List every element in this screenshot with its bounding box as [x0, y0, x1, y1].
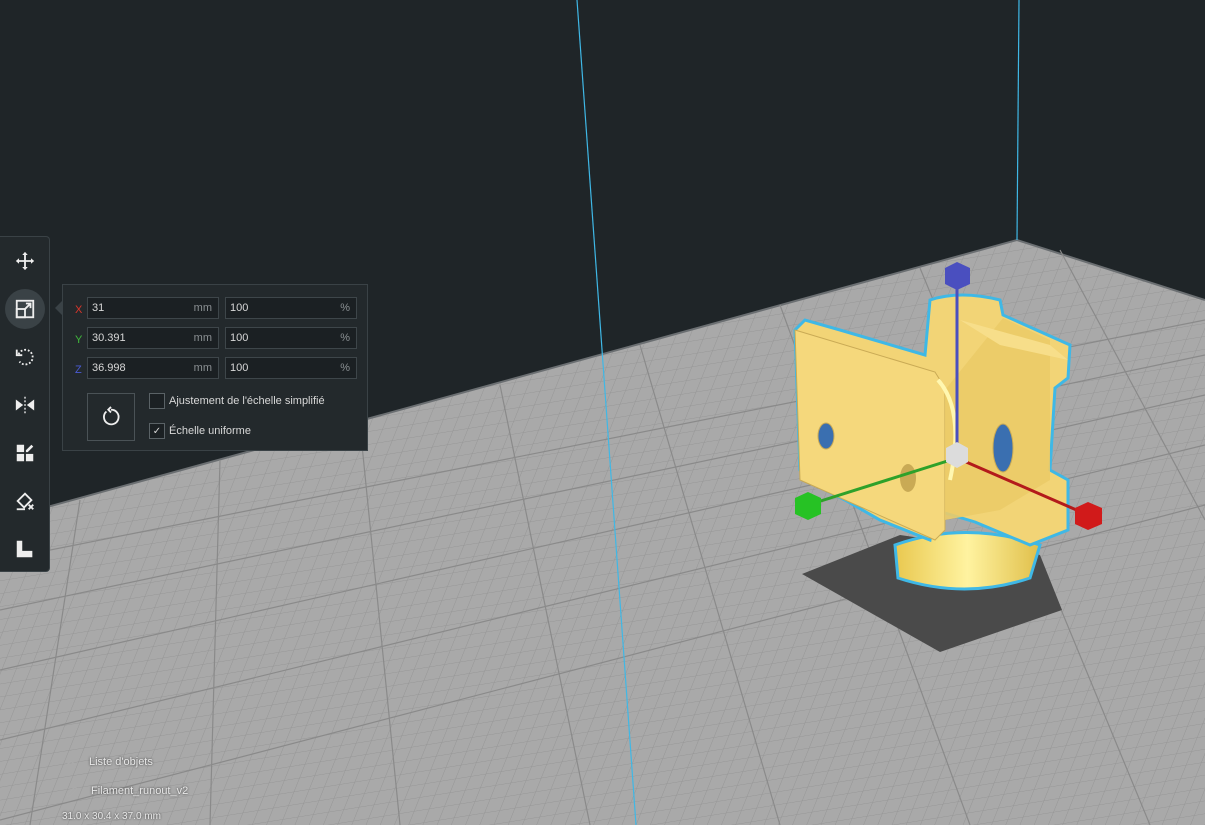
z-percent-input[interactable]: 100 %	[225, 357, 357, 379]
rotate-tool-button[interactable]	[5, 337, 45, 377]
object-name[interactable]: Filament_runout_v2	[91, 785, 188, 797]
move-icon	[15, 251, 35, 271]
pencil-icon[interactable]	[66, 786, 78, 798]
y-axis-label: Y	[75, 334, 83, 346]
object-list-toggle[interactable]: Liste d'objets	[89, 756, 153, 768]
reset-icon	[103, 406, 120, 426]
per-model-settings-tool-button[interactable]	[5, 433, 45, 473]
lay-flat-tool-button[interactable]	[5, 529, 45, 569]
reset-scale-button[interactable]	[87, 393, 135, 441]
lay-flat-icon	[16, 540, 33, 558]
rotate-icon	[15, 348, 34, 366]
y-percent-input[interactable]: 100 %	[225, 327, 357, 349]
x-percent-input[interactable]: 100 %	[225, 297, 357, 319]
x-percent-value: 100	[230, 302, 249, 314]
build-volume-edge	[1016, 0, 1020, 241]
y-percent-value: 100	[230, 332, 249, 344]
support-blocker-tool-button[interactable]	[5, 481, 45, 521]
chevron-up-icon[interactable]	[66, 759, 76, 766]
z-axis-label: Z	[75, 364, 82, 376]
y-percent-unit: %	[340, 332, 350, 344]
y-mm-input[interactable]: 30.391 mm	[87, 327, 219, 349]
checkmark-icon: ✓	[152, 425, 162, 437]
object-dimensions: 31.0 x 30.4 x 37.0 mm	[62, 811, 161, 822]
scale-panel: X 31 mm 100 % Y 30.391 mm 100 % Z 36.998…	[62, 284, 368, 451]
z-mm-unit: mm	[193, 362, 212, 374]
scale-tool-button[interactable]	[5, 289, 45, 329]
support-blocker-icon	[16, 492, 34, 511]
y-scale-handle[interactable]	[795, 492, 821, 520]
move-tool-button[interactable]	[5, 241, 45, 281]
z-percent-unit: %	[340, 362, 350, 374]
mirror-icon	[15, 396, 35, 414]
uniform-scaling-label: Échelle uniforme	[169, 425, 251, 437]
x-mm-unit: mm	[193, 302, 212, 314]
z-percent-value: 100	[230, 362, 249, 374]
x-axis-label: X	[75, 304, 83, 316]
mirror-tool-button[interactable]	[5, 385, 45, 425]
object-info-panel: Liste d'objets Filament_runout_v2 31.0 x…	[0, 750, 300, 825]
z-mm-input[interactable]: 36.998 mm	[87, 357, 219, 379]
snap-scaling-checkbox[interactable]	[149, 393, 165, 409]
y-mm-unit: mm	[193, 332, 212, 344]
y-mm-value: 30.391	[92, 332, 126, 344]
per-model-settings-icon	[16, 444, 34, 462]
tool-panel	[0, 236, 50, 572]
x-percent-unit: %	[340, 302, 350, 314]
z-mm-value: 36.998	[92, 362, 126, 374]
scale-icon	[15, 299, 35, 319]
uniform-scaling-checkbox[interactable]: ✓	[149, 423, 165, 439]
x-mm-input[interactable]: 31 mm	[87, 297, 219, 319]
x-mm-value: 31	[92, 302, 105, 314]
snap-scaling-label: Ajustement de l'échelle simplifié	[169, 395, 325, 407]
